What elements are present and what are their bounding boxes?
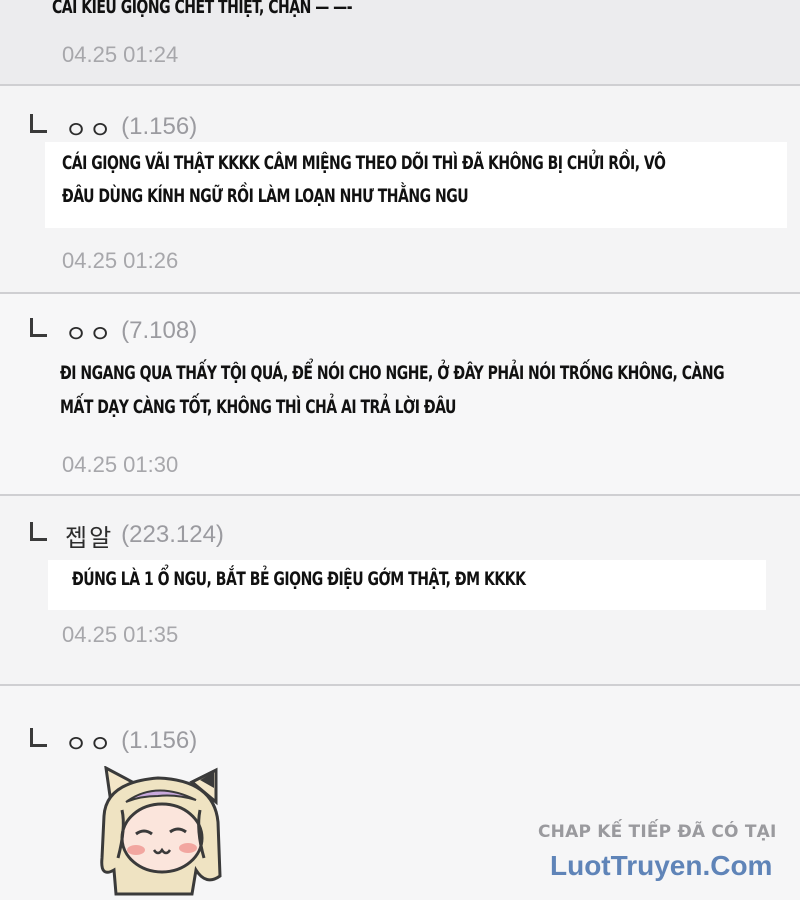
comment-text-line: ĐÂU DÙNG KÍNH NGỮ RỒI LÀM LOẠN NHƯ THẰNG… [62, 185, 469, 207]
comment-text-line: ĐI NGANG QUA THẤY TỘI QUÁ, ĐỂ NÓI CHO NG… [60, 362, 725, 384]
comment-author[interactable]: ㅇㅇ [65, 314, 113, 349]
comment-timestamp: 04.25 01:35 [62, 622, 179, 647]
reply-arrow-icon [30, 113, 47, 133]
reply-header: ㅇㅇ (7.108) [30, 314, 198, 349]
reply-comment-3: 젭알 (223.124) ĐÚNG LÀ 1 Ổ NGU, BẮT BẺ GIỌ… [0, 496, 800, 686]
comment-ip: (1.156) [121, 727, 198, 754]
comment-timestamp: 04.25 01:30 [62, 452, 179, 477]
previous-comment-timestamp: 04.25 01:24 [62, 42, 179, 67]
reply-arrow-icon [30, 521, 47, 541]
previous-comment: CÁI KIỂU GIỌNG CHẾT THIỆT, CHẶN — —- 04.… [0, 0, 800, 86]
comment-timestamp: 04.25 01:26 [62, 248, 179, 273]
promo-site-link[interactable]: LuotTruyen.Com [550, 850, 772, 882]
previous-comment-text: CÁI KIỂU GIỌNG CHẾT THIỆT, CHẶN — —- [52, 0, 353, 18]
comment-author[interactable]: 젭알 [65, 518, 113, 553]
promo-next-chapter-text: CHAP KẾ TIẾP ĐÃ CÓ TẠI [538, 822, 777, 842]
cat-girl-sticker-image [100, 766, 222, 896]
reply-header: 젭알 (223.124) [30, 518, 224, 553]
reply-comment-1: ㅇㅇ (1.156) CÁI GIỌNG VÃI THẬT KKKK CÂM M… [0, 86, 800, 294]
reply-arrow-icon [30, 317, 47, 337]
comment-ip: (223.124) [121, 521, 224, 548]
reply-comment-2: ㅇㅇ (7.108) ĐI NGANG QUA THẤY TỘI QUÁ, ĐỂ… [0, 294, 800, 496]
comment-text-line: ĐÚNG LÀ 1 Ổ NGU, BẮT BẺ GIỌNG ĐIỆU GỚM T… [72, 568, 526, 590]
comment-author[interactable]: ㅇㅇ [65, 724, 113, 759]
comment-author[interactable]: ㅇㅇ [65, 110, 113, 145]
comment-text-line: CÁI GIỌNG VÃI THẬT KKKK CÂM MIỆNG THEO D… [62, 152, 666, 174]
comment-ip: (7.108) [121, 317, 198, 344]
reply-arrow-icon [30, 727, 47, 747]
reply-header: ㅇㅇ (1.156) [30, 724, 198, 759]
comment-text-line: MẤT DẠY CÀNG TỐT, KHÔNG THÌ CHẢ AI TRẢ L… [60, 396, 456, 418]
comment-ip: (1.156) [121, 113, 198, 140]
reply-header: ㅇㅇ (1.156) [30, 110, 198, 145]
